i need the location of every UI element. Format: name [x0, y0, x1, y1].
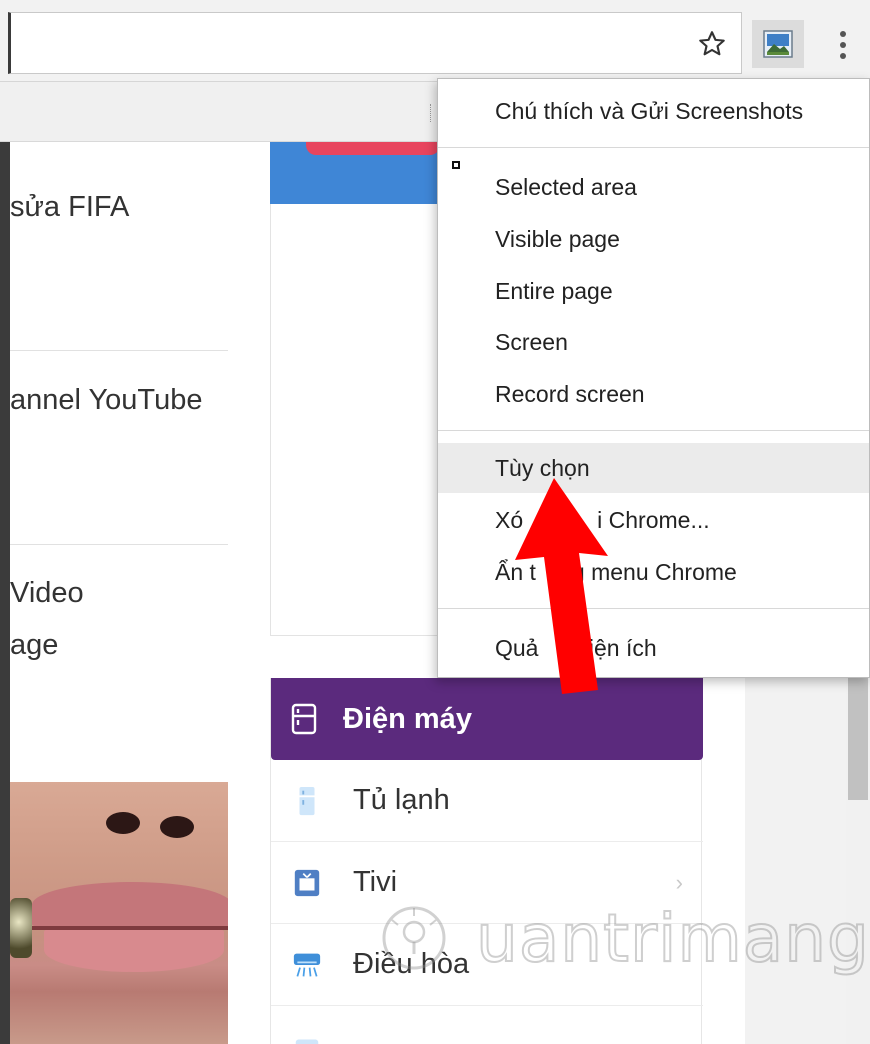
chevron-right-icon: ›	[675, 870, 683, 895]
menu-item-text-left: Ẩn t	[495, 559, 536, 585]
fridge-icon	[299, 786, 315, 815]
article-link[interactable]: sửa FIFA	[10, 182, 228, 232]
screenshot-extension-icon	[763, 30, 793, 58]
star-icon	[699, 31, 725, 56]
thumbnail-lip-line	[30, 926, 228, 930]
thumbnail-nostril	[106, 812, 140, 834]
menu-separator	[438, 147, 869, 148]
bookmark-star-button[interactable]	[694, 26, 730, 62]
address-bar[interactable]	[8, 12, 742, 74]
browser-toolbar	[0, 0, 870, 82]
article-list: sửa FIFA annel YouTube Video age	[10, 142, 228, 782]
menu-separator	[438, 430, 869, 431]
menu-item-entire-page[interactable]: Entire page	[438, 266, 869, 316]
extension-context-menu: Chú thích và Gửi Screenshots Selected ar…	[437, 78, 870, 678]
menu-item-text-left: Quả	[495, 635, 539, 661]
tv-icon	[294, 869, 320, 896]
category-item-label: Tủ lạnh	[353, 784, 450, 816]
thumbnail-lip	[32, 882, 228, 928]
menu-item-options[interactable]: Tùy chọn	[438, 443, 869, 493]
watermark-text: uantrimang	[475, 899, 870, 978]
thumbnail-ring	[10, 898, 32, 958]
thumbnail-nostril	[160, 816, 194, 838]
menu-item-record-screen[interactable]: Record screen	[438, 369, 869, 419]
menu-item-screen[interactable]: Screen	[438, 317, 869, 367]
menu-item-selected-area[interactable]: Selected area	[438, 162, 869, 212]
category-header-dien-may[interactable]: Điện máy	[271, 678, 703, 760]
appliance-icon	[295, 1039, 319, 1044]
page-left-edge	[0, 142, 10, 1044]
menu-item-hide-in-chrome-menu[interactable]: Ẩn t g menu Chrome	[438, 547, 869, 597]
thumbnail-lip	[44, 928, 224, 972]
air-conditioner-icon	[293, 953, 321, 977]
article-thumbnail[interactable]	[10, 782, 228, 1044]
screenshot-extension-button[interactable]	[752, 20, 804, 68]
menu-item-manage-extensions[interactable]: Quả tiện ích	[438, 623, 869, 673]
watermark-logo-icon	[382, 906, 446, 970]
article-divider	[10, 544, 228, 545]
hero-banner-button[interactable]	[306, 142, 440, 155]
article-link[interactable]: Video	[10, 568, 228, 618]
category-item-label: Tivi	[353, 866, 398, 898]
article-link[interactable]: annel YouTube	[10, 375, 228, 425]
menu-item-text-right: tiện ích	[582, 635, 657, 661]
menu-item-text-left: Xó	[495, 507, 524, 533]
content-panel	[270, 204, 440, 636]
scrollbar-thumb[interactable]	[848, 678, 868, 800]
article-divider	[10, 350, 228, 351]
kebab-menu-icon	[840, 31, 846, 59]
bookmarks-overflow-separator	[430, 104, 432, 122]
category-header-label: Điện máy	[343, 702, 472, 735]
category-item-tu-lanh[interactable]: Tủ lạnh	[271, 760, 703, 842]
chrome-menu-button[interactable]	[826, 22, 860, 68]
menu-item-text-right: g menu Chrome	[571, 559, 737, 585]
fridge-icon	[291, 703, 317, 735]
menu-separator	[438, 608, 869, 609]
menu-item-visible-page[interactable]: Visible page	[438, 214, 869, 264]
menu-item-remove-from-chrome[interactable]: Xó i Chrome...	[438, 495, 869, 545]
article-link[interactable]: age	[10, 620, 228, 670]
category-item-partial[interactable]	[271, 1006, 703, 1044]
menu-item-text-right: i Chrome...	[597, 507, 710, 533]
category-menu: Điện máy Tủ lạnh Tivi › Điều hòa	[270, 678, 703, 1044]
menu-item-annotate-send[interactable]: Chú thích và Gửi Screenshots	[438, 86, 869, 136]
